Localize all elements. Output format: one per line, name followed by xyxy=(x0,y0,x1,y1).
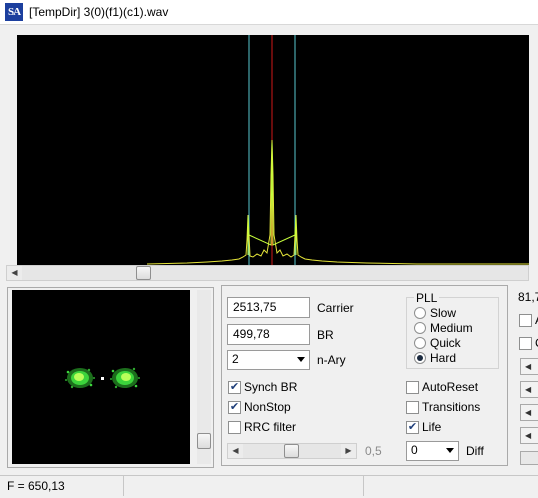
autoreset-label: AutoReset xyxy=(422,380,479,394)
right-arrow-button-2[interactable]: ◀ xyxy=(520,381,538,398)
scroll-left-arrow-icon[interactable]: ◀ xyxy=(7,266,22,280)
check-icon[interactable]: ✔ xyxy=(228,381,241,394)
pll-option-quick-label: Quick xyxy=(430,336,461,350)
br-input[interactable]: 499,78 xyxy=(227,324,310,345)
radio-hard[interactable] xyxy=(414,352,426,364)
checkbox-box[interactable] xyxy=(519,314,532,327)
slider-left-arrow-icon[interactable]: ◀ xyxy=(228,444,243,458)
rrc-filter-label: RRC filter xyxy=(244,420,297,434)
carrier-label: Carrier xyxy=(317,301,354,315)
checkbox-box[interactable] xyxy=(406,381,419,394)
check-icon[interactable]: ✔ xyxy=(228,401,241,414)
diff-select[interactable]: 0 xyxy=(406,441,459,461)
constellation-display xyxy=(12,290,190,464)
check-icon[interactable]: ✔ xyxy=(406,421,419,434)
nonstop-label: NonStop xyxy=(244,400,291,414)
slider-thumb[interactable] xyxy=(284,444,299,458)
radio-medium[interactable] xyxy=(414,322,426,334)
transitions-label: Transitions xyxy=(422,400,481,414)
status-divider xyxy=(123,476,124,496)
constellation-center-dot xyxy=(101,377,104,380)
right-button[interactable] xyxy=(520,451,538,465)
synch-br-label: Synch BR xyxy=(244,380,298,394)
spectrum-trace xyxy=(146,139,529,265)
spectrum-scroll-thumb[interactable] xyxy=(136,266,151,280)
constellation-cluster-left xyxy=(65,368,95,389)
radio-quick[interactable] xyxy=(414,337,426,349)
checkbox-box[interactable] xyxy=(228,421,241,434)
diff-select-value: 0 xyxy=(411,443,418,457)
constellation-scrollbar[interactable] xyxy=(197,290,211,464)
slider-right-arrow-icon[interactable]: ▶ xyxy=(341,444,356,458)
right-arrow-button-3[interactable]: ◀ xyxy=(520,404,538,421)
checkbox-box[interactable] xyxy=(519,337,532,350)
pll-title: PLL xyxy=(414,291,440,305)
spectrum-display[interactable] xyxy=(17,35,529,265)
title-bar: SA [TempDir] 3(0)(f1)(c1).wav xyxy=(0,0,538,25)
life-label: Life xyxy=(422,420,442,434)
status-divider xyxy=(363,476,364,496)
pll-option-hard-label: Hard xyxy=(430,351,457,365)
nary-label: n-Ary xyxy=(317,353,346,367)
pll-option-medium-label: Medium xyxy=(430,321,473,335)
threshold-slider[interactable]: ◀ ▶ xyxy=(227,443,357,459)
diff-label: Diff xyxy=(466,444,484,458)
checkbox-box[interactable] xyxy=(406,401,419,414)
br-label: BR xyxy=(317,328,334,342)
spectrum-scrollbar[interactable]: ◀ xyxy=(6,265,529,281)
right-arrow-button-4[interactable]: ◀ xyxy=(520,427,538,444)
pll-option-slow-label: Slow xyxy=(430,306,457,320)
chevron-down-icon xyxy=(446,448,454,453)
slider-value: 0,5 xyxy=(365,444,382,458)
radio-slow[interactable] xyxy=(414,307,426,319)
frequency-readout: F = 650,13 xyxy=(7,479,65,493)
window-title: [TempDir] 3(0)(f1)(c1).wav xyxy=(29,5,169,19)
carrier-input[interactable]: 2513,75 xyxy=(227,297,310,318)
constellation-cluster-right xyxy=(110,367,140,389)
constellation-scroll-thumb[interactable] xyxy=(197,433,211,449)
nary-select-value: 2 xyxy=(232,352,239,366)
right-arrow-button-1[interactable]: ◀ xyxy=(520,358,538,375)
nary-select[interactable]: 2 xyxy=(227,350,310,370)
status-bar: F = 650,13 xyxy=(0,475,538,498)
right-value-readout: 81,7 xyxy=(518,290,538,304)
chevron-down-icon xyxy=(297,357,305,362)
app-icon: SA xyxy=(5,3,23,21)
